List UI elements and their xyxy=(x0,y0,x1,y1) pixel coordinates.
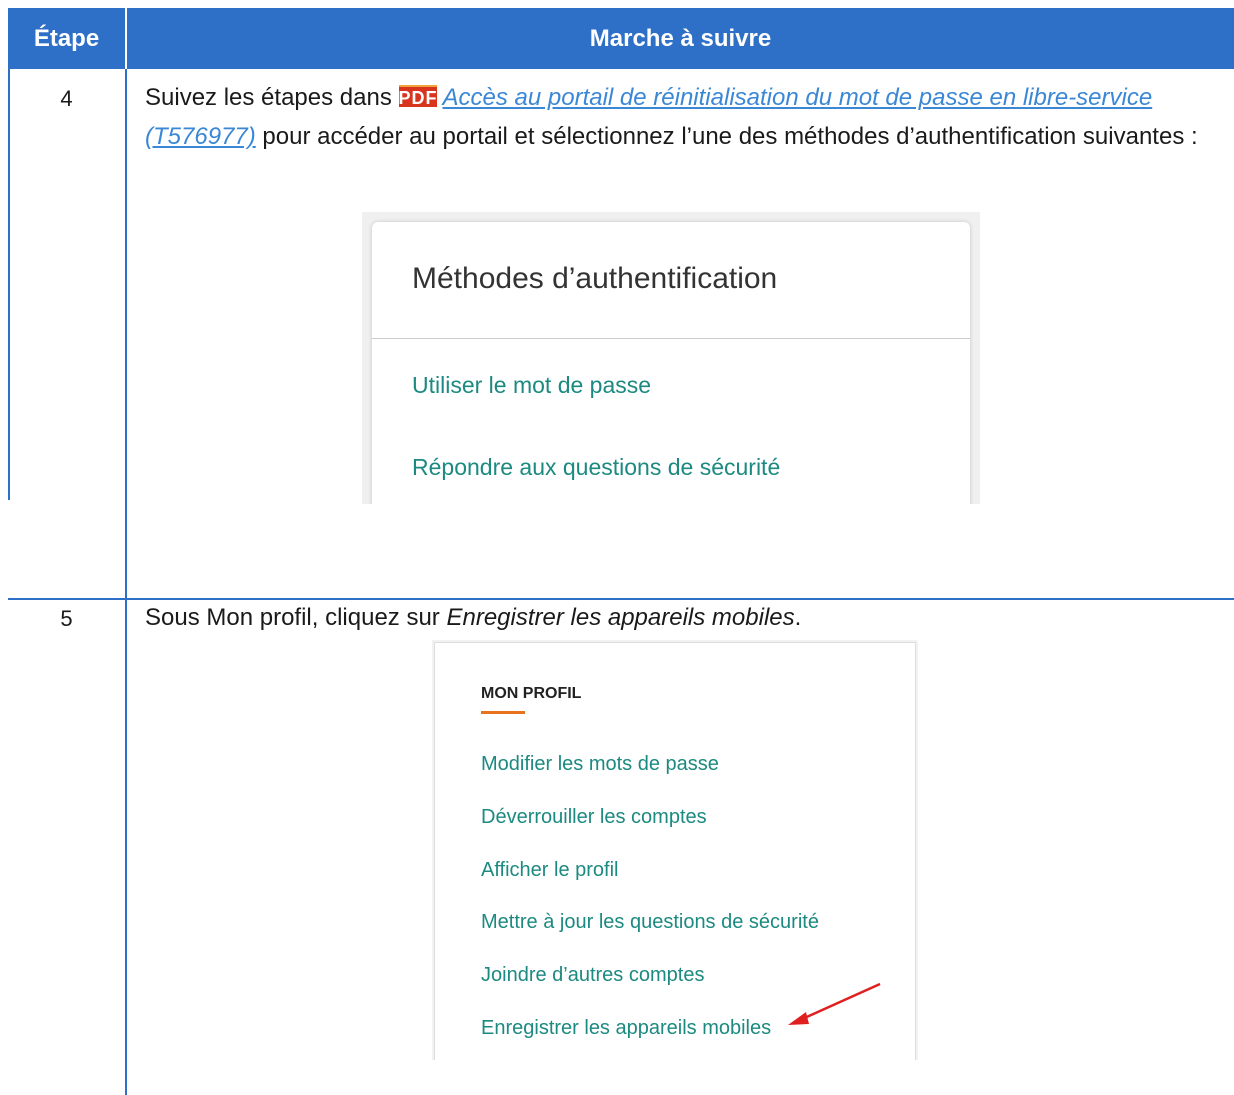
header-step: Étape xyxy=(33,25,100,52)
my-profile-title-underline xyxy=(481,711,525,714)
option-use-password[interactable]: Utiliser le mot de passe xyxy=(412,372,651,399)
auth-methods-title: Méthodes d’authentification xyxy=(412,262,778,295)
column-divider xyxy=(125,69,127,1095)
step-number-5: 5 xyxy=(60,606,73,631)
step-4-text-before: Suivez les étapes dans xyxy=(145,84,392,111)
auth-methods-divider xyxy=(372,338,970,339)
step-5-text-after: . xyxy=(794,604,802,631)
auth-methods-screenshot: Méthodes d’authentification Utiliser le … xyxy=(362,212,980,504)
step-5-text: Sous Mon profil, cliquez sur Enregistrer… xyxy=(145,598,1230,637)
step-number-4: 4 xyxy=(60,86,73,111)
header-procedure: Marche à suivre xyxy=(589,25,772,52)
pdf-icon: PDF xyxy=(398,85,437,108)
step-4-text-after: pour accéder au portail et sélectionnez … xyxy=(255,123,1198,150)
table-left-border xyxy=(8,8,10,500)
profile-item-update-questions[interactable]: Mettre à jour les questions de sécurité xyxy=(481,911,819,934)
profile-item-unlock-accounts[interactable]: Déverrouiller les comptes xyxy=(481,806,707,829)
profile-item-change-passwords[interactable]: Modifier les mots de passe xyxy=(481,753,719,776)
red-arrow-icon xyxy=(788,982,881,1025)
step-5-emphasis: Enregistrer les appareils mobiles xyxy=(446,604,795,631)
step-5-text-before: Sous Mon profil, cliquez sur xyxy=(145,604,447,631)
option-security-questions[interactable]: Répondre aux questions de sécurité xyxy=(412,454,780,481)
profile-item-join-accounts[interactable]: Joindre d’autres comptes xyxy=(481,964,704,987)
profile-item-view-profile[interactable]: Afficher le profil xyxy=(481,859,618,882)
auth-methods-card: Méthodes d’authentification Utiliser le … xyxy=(372,222,970,504)
table-header: Étape Marche à suivre xyxy=(8,8,1234,69)
step-4-text: Suivez les étapes dans PDF Accès au porta… xyxy=(145,78,1230,156)
profile-item-register-mobile[interactable]: Enregistrer les appareils mobiles xyxy=(481,1017,771,1040)
my-profile-title: MON PROFIL xyxy=(481,685,582,702)
